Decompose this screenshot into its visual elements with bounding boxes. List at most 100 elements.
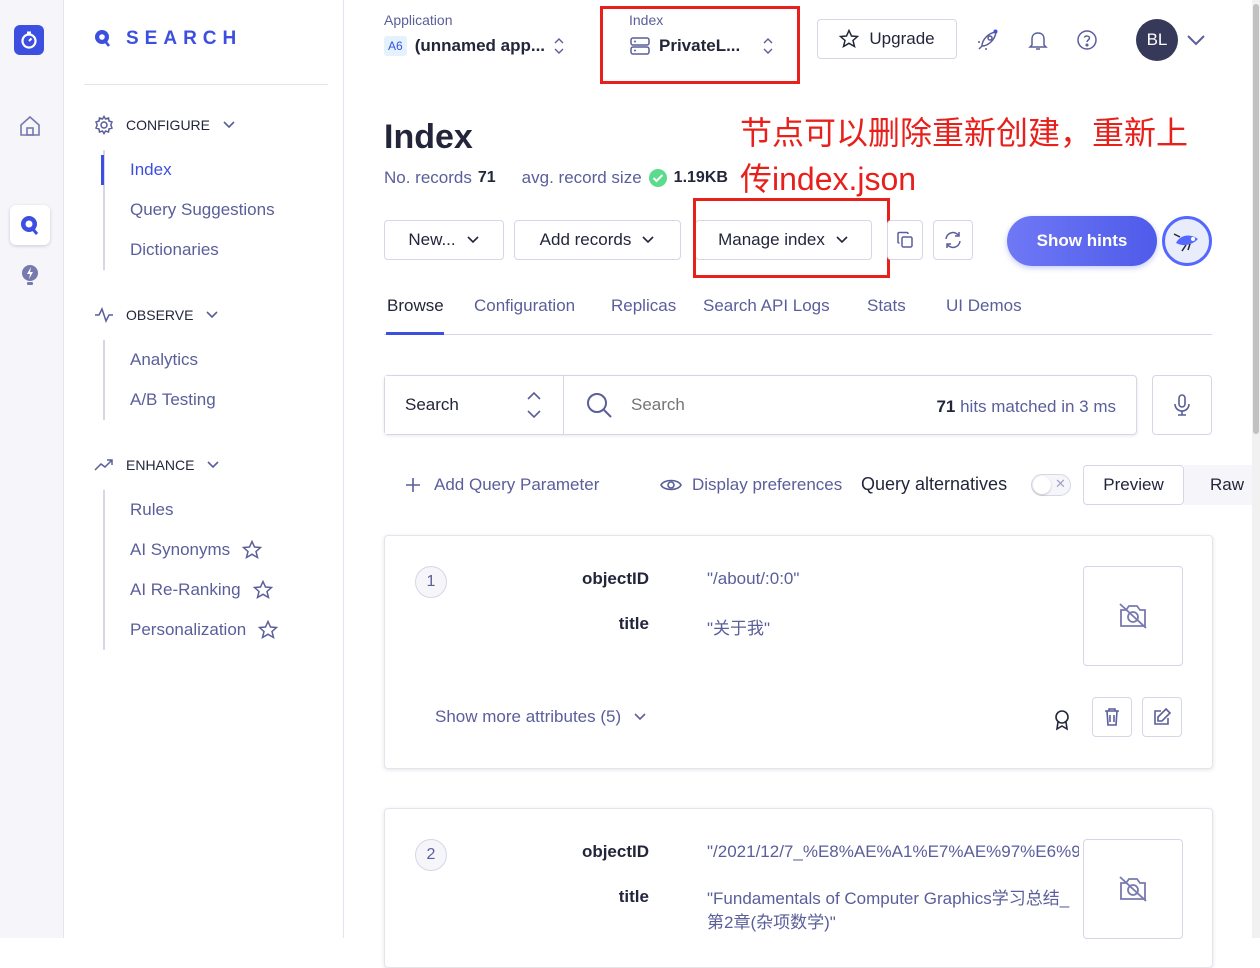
annotation-text: 节点可以删除重新创建，重新上传index.json	[740, 115, 1189, 197]
updown-icon	[554, 38, 564, 54]
sidebar-item-index[interactable]: Index	[130, 150, 275, 190]
chevron-down-icon[interactable]	[1184, 28, 1208, 52]
section-observe[interactable]: OBSERVE	[94, 305, 219, 325]
sidebar-item-analytics[interactable]: Analytics	[130, 340, 216, 380]
star-icon	[258, 620, 279, 640]
raw-tab[interactable]: Raw	[1184, 465, 1252, 505]
attr-value: "/2021/12/7_%E8%AE%A1%E7%AE%97%E6%9C%BA	[707, 842, 1079, 861]
show-more-attributes[interactable]: Show more attributes (5)	[435, 707, 647, 727]
gear-icon	[95, 115, 113, 135]
attr-key: objectID	[581, 842, 649, 861]
query-alternatives-label: Query alternatives	[861, 474, 1008, 494]
tab-ui-demos[interactable]: UI Demos	[946, 296, 1022, 316]
active-tab-indicator	[386, 332, 444, 335]
mascot-icon[interactable]	[1162, 216, 1212, 266]
voice-search-button[interactable]	[1152, 375, 1212, 435]
app-logo-icon[interactable]	[14, 25, 44, 55]
section-configure[interactable]: CONFIGURE	[94, 115, 236, 135]
search-bar: Search 71 hits matched in 3 ms	[384, 375, 1137, 435]
help-icon[interactable]	[1073, 26, 1101, 54]
display-preferences[interactable]: Display preferences	[660, 475, 842, 495]
hits-summary: 71 hits matched in 3 ms	[936, 397, 1116, 417]
sidebar-item-label: Analytics	[130, 350, 199, 369]
annotation-box-manage	[693, 198, 890, 278]
section-title: ENHANCE	[126, 457, 195, 473]
application-label: Application	[384, 12, 453, 28]
avatar[interactable]: BL	[1136, 19, 1178, 61]
scrollbar[interactable]	[1252, 0, 1260, 938]
enhance-list: Rules AI Synonyms AI Re-Ranking Personal…	[103, 490, 279, 650]
trash-icon	[1105, 708, 1119, 726]
application-picker[interactable]: Application A6 (unnamed app...	[384, 12, 565, 56]
add-records-button[interactable]: Add records	[514, 220, 681, 260]
preview-tab[interactable]: Preview	[1083, 465, 1184, 505]
bulb-icon[interactable]	[10, 255, 50, 295]
tab-configuration[interactable]: Configuration	[474, 296, 575, 316]
scrollbar-thumb[interactable]	[1253, 4, 1259, 434]
sidebar-item-personalization[interactable]: Personalization	[130, 610, 279, 650]
microphone-icon	[1174, 394, 1190, 416]
application-value: (unnamed app...	[414, 36, 546, 55]
sidebar: SEARCH CONFIGURE Index Query Suggestions…	[64, 0, 344, 938]
copy-button[interactable]	[887, 220, 923, 260]
check-circle-icon	[648, 169, 667, 187]
chevron-down-icon	[206, 457, 220, 473]
home-icon[interactable]	[10, 106, 50, 146]
section-title: CONFIGURE	[126, 117, 210, 133]
record-image-placeholder	[1083, 566, 1183, 666]
add-query-parameter[interactable]: Add Query Parameter	[404, 475, 599, 495]
pulse-icon	[95, 307, 113, 323]
section-enhance[interactable]: ENHANCE	[94, 455, 220, 475]
search-mode-value: Search	[405, 395, 459, 414]
configure-list: Index Query Suggestions Dictionaries	[103, 150, 275, 270]
chevron-down-icon	[467, 236, 479, 244]
edit-icon	[1154, 707, 1172, 725]
search-icon	[587, 393, 612, 418]
upgrade-label: Upgrade	[869, 29, 935, 48]
sidebar-item-query-suggestions[interactable]: Query Suggestions	[130, 190, 275, 230]
nav-rail	[0, 0, 64, 938]
search-mode-select[interactable]: Search	[385, 376, 564, 434]
search-input[interactable]	[631, 391, 911, 419]
rocket-icon[interactable]	[974, 26, 1002, 54]
tab-replicas[interactable]: Replicas	[611, 296, 676, 316]
attr-value: "/about/:0:0"	[707, 569, 800, 588]
sidebar-item-ab-testing[interactable]: A/B Testing	[130, 380, 216, 420]
index-stats: No. records 71 avg. record size 1.19KB	[384, 168, 728, 188]
sidebar-item-rules[interactable]: Rules	[130, 490, 278, 530]
delete-record-button[interactable]	[1092, 697, 1132, 737]
record-number: 2	[415, 839, 447, 871]
sidebar-item-ai-synonyms[interactable]: AI Synonyms	[130, 530, 278, 570]
query-alternatives-toggle[interactable]: ✕	[1031, 474, 1071, 496]
sidebar-item-label: Rules	[130, 500, 174, 519]
sidebar-item-ai-reranking[interactable]: AI Re-Ranking	[130, 570, 278, 610]
new-button[interactable]: New...	[384, 220, 504, 260]
size-label: avg. record size	[521, 168, 642, 187]
sidebar-item-dictionaries[interactable]: Dictionaries	[130, 230, 275, 270]
chevron-down-icon	[642, 236, 654, 244]
close-icon: ✕	[1055, 476, 1066, 491]
show-more-label: Show more attributes (5)	[435, 707, 622, 726]
tab-stats[interactable]: Stats	[867, 296, 906, 316]
tab-browse[interactable]: Browse	[387, 296, 444, 316]
hits-text: hits matched in 3 ms	[960, 397, 1116, 416]
eye-icon	[660, 479, 682, 491]
search-logo-icon	[95, 30, 111, 47]
star-icon	[242, 540, 263, 560]
show-hints-button[interactable]: Show hints	[1007, 216, 1157, 266]
record-card: 2 objectID "/2021/12/7_%E8%AE%A1%E7%AE%9…	[384, 808, 1213, 968]
sidebar-item-label: Personalization	[130, 620, 247, 639]
selected-indicator	[101, 155, 104, 185]
search-icon[interactable]	[10, 205, 50, 245]
tab-search-api-logs[interactable]: Search API Logs	[703, 296, 830, 316]
brand[interactable]: SEARCH	[94, 28, 242, 50]
edit-record-button[interactable]	[1142, 697, 1182, 737]
no-image-icon	[1119, 603, 1147, 629]
sidebar-item-label: AI Re-Ranking	[130, 580, 241, 599]
award-icon[interactable]	[1048, 706, 1076, 734]
app-badge: A6	[384, 36, 407, 56]
upgrade-button[interactable]: Upgrade	[817, 19, 957, 59]
refresh-button[interactable]	[933, 220, 973, 260]
bell-icon[interactable]	[1024, 26, 1052, 54]
divider	[84, 84, 328, 85]
